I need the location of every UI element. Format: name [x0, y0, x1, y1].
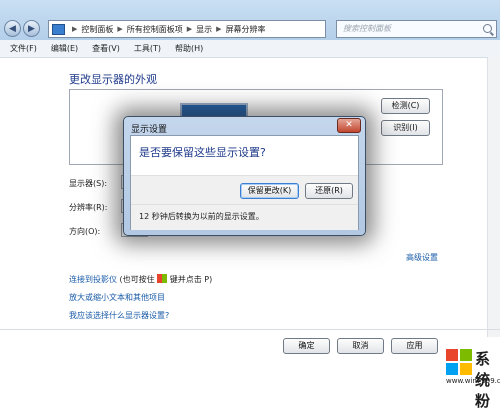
watermark-logo-icon [446, 349, 472, 375]
breadcrumb-separator-icon: ▶ [117, 25, 123, 33]
detect-button[interactable]: 检测(C) [381, 98, 430, 114]
control-panel-icon [52, 23, 65, 35]
advanced-settings-link[interactable]: 高级设置 [406, 252, 438, 263]
breadcrumb-item[interactable]: 所有控制面板项 [127, 24, 183, 35]
display-label: 显示器(S): [69, 179, 108, 188]
display-settings-help-link[interactable]: 我应该选择什么显示器设置? [69, 310, 169, 321]
back-arrow-icon: ◀ [9, 23, 16, 34]
dialog-title: 显示设置 [131, 125, 168, 135]
breadcrumb-item[interactable]: 显示 [196, 24, 212, 35]
scrollbar[interactable] [487, 57, 500, 337]
menu-view[interactable]: 查看(V) [92, 43, 120, 54]
projector-hint-suffix: 键并点击 P) [169, 275, 213, 284]
menu-file[interactable]: 文件(F) [10, 43, 37, 54]
search-placeholder: 搜索控制面板 [343, 24, 391, 33]
breadcrumb-item[interactable]: 控制面板 [81, 24, 113, 35]
forward-arrow-icon: ▶ [28, 23, 35, 34]
breadcrumb-separator-icon: ▶ [216, 25, 222, 33]
page-title: 更改显示器的外观 [69, 73, 157, 86]
orientation-label: 方向(O): [69, 227, 101, 236]
countdown-message: 12 秒钟后转换为以前的显示设置。 [139, 212, 264, 221]
resolution-label: 分辨率(R): [69, 203, 108, 212]
keep-changes-button[interactable]: 保留更改(K) [240, 183, 299, 199]
back-button[interactable]: ◀ [4, 20, 21, 37]
watermark-url: www.win7999.com [446, 377, 500, 385]
text-size-link[interactable]: 放大或缩小文本和其他项目 [69, 292, 165, 303]
dialog-question: 是否要保留这些显示设置? [139, 146, 266, 159]
ok-button[interactable]: 确定 [283, 338, 330, 354]
breadcrumb-separator-icon: ▶ [72, 25, 78, 33]
projector-hint: (也可按住 [119, 275, 155, 284]
menu-tools[interactable]: 工具(T) [134, 43, 161, 54]
menu-help[interactable]: 帮助(H) [175, 43, 203, 54]
forward-button[interactable]: ▶ [23, 20, 40, 37]
close-icon: ✕ [345, 120, 353, 130]
breadcrumb-item[interactable]: 屏幕分辨率 [226, 24, 266, 35]
search-icon [483, 24, 492, 33]
connect-projector-link[interactable]: 连接到投影仪 [69, 275, 117, 284]
footer-divider [0, 329, 500, 330]
cancel-button[interactable]: 取消 [337, 338, 384, 354]
dialog-close-button[interactable]: ✕ [337, 118, 361, 133]
search-input[interactable]: 搜索控制面板 [336, 20, 497, 38]
revert-button[interactable]: 还原(R) [305, 183, 353, 199]
identify-button[interactable]: 识别(I) [381, 120, 430, 136]
menu-bar: 文件(F) 编辑(E) 查看(V) 工具(T) 帮助(H) [0, 40, 500, 58]
menu-edit[interactable]: 编辑(E) [51, 43, 78, 54]
apply-button[interactable]: 应用 [391, 338, 438, 354]
address-bar[interactable]: ▶ 控制面板 ▶ 所有控制面板项 ▶ 显示 ▶ 屏幕分辨率 [48, 20, 326, 38]
projector-row: 连接到投影仪 (也可按住 键并点击 P) [69, 274, 212, 285]
windows-logo-icon [157, 274, 168, 283]
breadcrumb-separator-icon: ▶ [186, 25, 193, 33]
